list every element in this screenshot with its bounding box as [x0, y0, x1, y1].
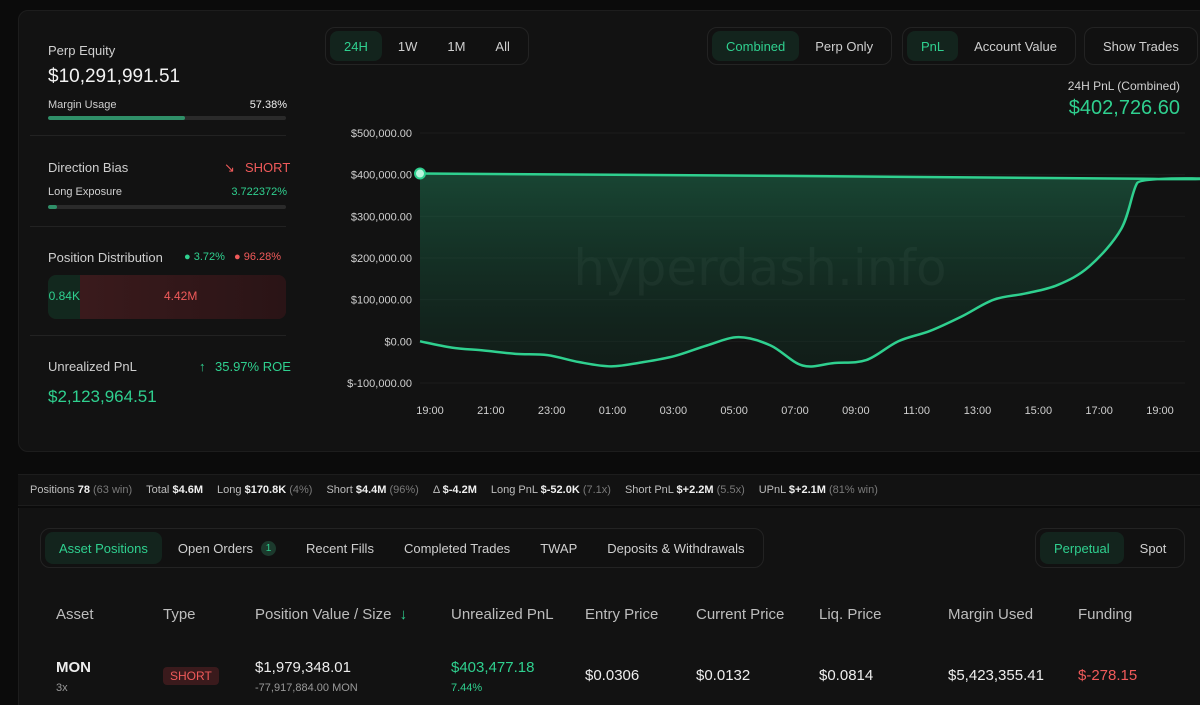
col-header-funding[interactable]: Funding — [1078, 606, 1132, 623]
y-tick-label: $200,000.00 — [351, 253, 412, 265]
row-entry-price: $0.0306 — [585, 667, 640, 684]
summary-positions: Positions 78 (63 win) — [30, 484, 133, 496]
summary-total: Total $4.6M — [146, 484, 204, 496]
open-orders-count-badge: 1 — [261, 540, 277, 556]
x-tick-label: 07:00 — [781, 405, 809, 417]
y-tick-label: $400,000.00 — [351, 170, 412, 182]
col-header-current-price[interactable]: Current Price — [696, 606, 784, 623]
y-tick-label: $0.00 — [384, 336, 412, 348]
tab-perpetual[interactable]: Perpetual — [1040, 532, 1124, 564]
x-tick-label: 05:00 — [720, 405, 748, 417]
positions-summary-bar: Positions 78 (63 win) Total $4.6M Long $… — [18, 474, 1200, 506]
x-tick-label: 01:00 — [599, 405, 627, 417]
last-point-marker — [414, 167, 426, 180]
x-tick-label: 09:00 — [842, 405, 870, 417]
summary-upnl: UPnL $+2.1M (81% win) — [758, 484, 878, 496]
x-tick-label: 23:00 — [538, 405, 566, 417]
market-toggle: Perpetual Spot — [1035, 528, 1186, 568]
y-tick-label: $-100,000.00 — [347, 378, 412, 390]
row-leverage: 3x — [56, 682, 68, 694]
tab-deposits-withdrawals[interactable]: Deposits & Withdrawals — [593, 532, 758, 564]
y-tick-label: $100,000.00 — [351, 295, 412, 307]
row-size: -77,917,884.00 MON — [255, 682, 358, 694]
x-tick-label: 11:00 — [903, 405, 930, 417]
type-badge: SHORT — [163, 667, 219, 685]
col-header-entry-price[interactable]: Entry Price — [585, 606, 658, 623]
col-header-liq-price[interactable]: Liq. Price — [819, 606, 882, 623]
x-tick-label: 13:00 — [964, 405, 992, 417]
summary-delta: Δ $-4.2M — [432, 484, 477, 496]
x-tick-label: 19:00 — [1146, 405, 1174, 417]
pnl-chart[interactable]: $500,000.00 $400,000.00 $300,000.00 $200,00… — [0, 0, 1200, 470]
tab-completed-trades[interactable]: Completed Trades — [390, 532, 524, 564]
y-tick-label: $300,000.00 — [351, 211, 412, 223]
tab-twap[interactable]: TWAP — [526, 532, 591, 564]
col-header-type[interactable]: Type — [163, 606, 196, 623]
summary-short: Short $4.4M (96%) — [326, 484, 419, 496]
col-header-position-value[interactable]: Position Value / Size ↓ — [255, 606, 407, 623]
row-liq-price: $0.0814 — [819, 667, 874, 684]
row-position-value: $1,979,348.01 — [255, 659, 351, 676]
row-asset: MON — [56, 659, 91, 676]
row-current-price: $0.0132 — [696, 667, 751, 684]
x-tick-label: 19:00 — [416, 405, 444, 417]
y-tick-label: $500,000.00 — [351, 128, 412, 140]
row-margin-used: $5,423,355.41 — [948, 667, 1044, 684]
tab-open-orders[interactable]: Open Orders 1 — [164, 532, 290, 564]
col-header-asset[interactable]: Asset — [56, 606, 94, 623]
summary-long: Long $170.8K (4%) — [217, 484, 313, 496]
col-header-position-value-label: Position Value / Size — [255, 606, 392, 623]
col-header-margin-used[interactable]: Margin Used — [948, 606, 1033, 623]
row-funding: $-278.15 — [1078, 667, 1138, 684]
x-tick-label: 17:00 — [1085, 405, 1113, 417]
tab-spot[interactable]: Spot — [1126, 532, 1181, 564]
tab-open-orders-label: Open Orders — [177, 540, 254, 556]
positions-tabs: Asset Positions Open Orders 1 Recent Fill… — [40, 528, 764, 568]
row-upnl-pct: 7.44% — [451, 682, 483, 694]
row-upnl: $403,477.18 — [451, 659, 535, 676]
x-tick-label: 15:00 — [1025, 405, 1053, 417]
sort-down-icon: ↓ — [399, 606, 408, 623]
tab-asset-positions[interactable]: Asset Positions — [45, 532, 162, 564]
tab-recent-fills[interactable]: Recent Fills — [292, 532, 388, 564]
x-tick-label: 03:00 — [660, 405, 688, 417]
summary-long-pnl: Long PnL $-52.0K (7.1x) — [490, 484, 611, 496]
x-tick-label: 21:00 — [477, 405, 505, 417]
summary-short-pnl: Short PnL $+2.2M (5.5x) — [624, 484, 745, 496]
col-header-upnl[interactable]: Unrealized PnL — [451, 606, 554, 623]
